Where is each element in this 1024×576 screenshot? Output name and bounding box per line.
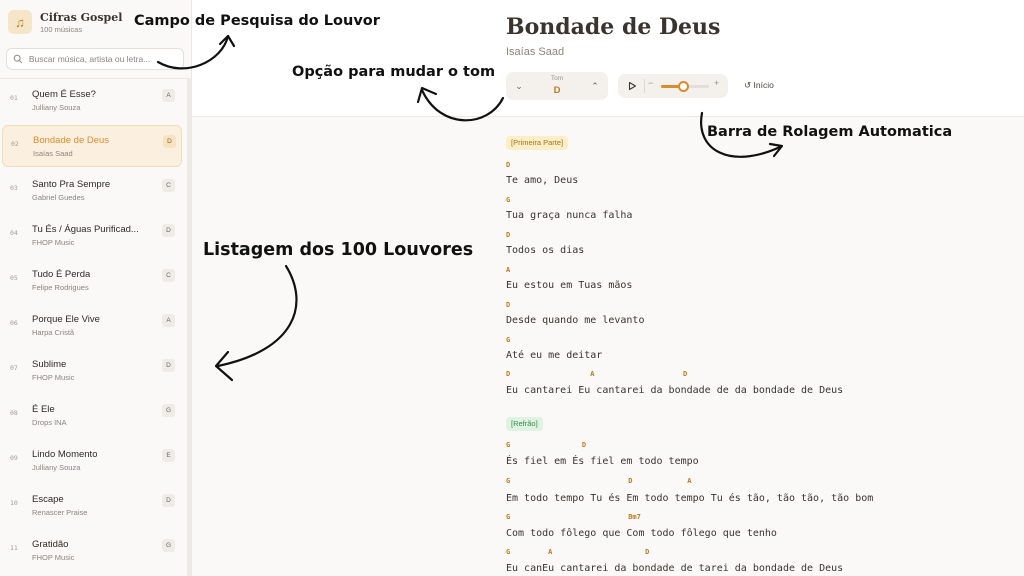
arrow-autoscroll xyxy=(700,111,782,158)
annotation-arrows xyxy=(156,34,784,382)
arrow-tone xyxy=(420,88,505,122)
arrow-list xyxy=(216,264,298,368)
arrow-search xyxy=(156,34,230,70)
